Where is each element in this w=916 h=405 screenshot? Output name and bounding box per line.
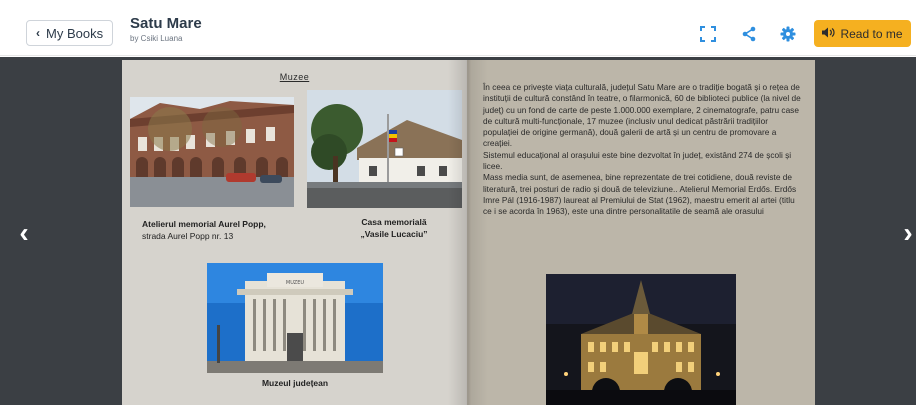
county-museum-photo: MUZEU bbox=[207, 263, 383, 373]
read-to-me-button[interactable]: Read to me bbox=[814, 20, 911, 47]
book-gutter bbox=[448, 60, 488, 405]
fullscreen-icon[interactable] bbox=[698, 24, 718, 44]
museum-sign-text: MUZEU bbox=[286, 280, 304, 286]
book-author: by Csiki Luana bbox=[130, 34, 183, 43]
my-books-button[interactable]: ‹ My Books bbox=[26, 20, 114, 46]
book-title: Satu Mare bbox=[130, 15, 202, 32]
next-page-arrow-icon[interactable]: › bbox=[898, 219, 916, 247]
my-books-label: My Books bbox=[46, 25, 104, 41]
museum-caption-title: Muzeul județean bbox=[261, 378, 329, 388]
title-block: Satu Mare by Csiki Luana bbox=[130, 15, 202, 43]
page-heading: Muzee bbox=[279, 72, 310, 82]
gear-icon[interactable] bbox=[778, 24, 798, 44]
lucaciu-caption-sub: „Vasile Lucaciu” bbox=[360, 229, 428, 239]
night-palace-photo bbox=[546, 274, 736, 405]
lucaciu-house-photo bbox=[307, 90, 462, 208]
paragraph-media: Mass media sunt, de asemenea, bine repre… bbox=[483, 172, 797, 217]
paragraph-education: Sistemul educațional al orașului este bi… bbox=[483, 149, 792, 172]
reader-stage: ‹ › Muzee Atelierul memorial Aurel Popp,… bbox=[0, 57, 916, 405]
paragraph-culture: În ceea ce privește viața culturală, jud… bbox=[483, 82, 801, 149]
right-page: În ceea ce privește viața culturală, jud… bbox=[467, 60, 815, 405]
chevron-left-icon: ‹ bbox=[36, 26, 40, 40]
speaker-icon bbox=[822, 27, 835, 41]
aurel-popp-caption: Atelierul memorial Aurel Popp, strada Au… bbox=[142, 218, 302, 242]
lucaciu-caption-title: Casa memorială bbox=[361, 217, 427, 227]
read-to-me-label: Read to me bbox=[840, 26, 903, 41]
lucaciu-caption: Casa memorială „Vasile Lucaciu” bbox=[334, 216, 454, 240]
top-bar: ‹ My Books Satu Mare by Csiki Luana Read… bbox=[0, 0, 916, 56]
museum-caption: Muzeul județean bbox=[207, 377, 383, 389]
left-page: Muzee Atelierul memorial Aurel Popp, str… bbox=[122, 60, 467, 405]
previous-page-arrow-icon[interactable]: ‹ bbox=[14, 219, 34, 247]
aurel-popp-photo bbox=[130, 97, 294, 207]
aurel-popp-caption-sub: strada Aurel Popp nr. 13 bbox=[142, 231, 234, 241]
aurel-popp-caption-title: Atelierul memorial Aurel Popp, bbox=[142, 219, 266, 229]
right-page-text: În ceea ce privește viața culturală, jud… bbox=[483, 82, 803, 218]
share-icon[interactable] bbox=[739, 24, 759, 44]
